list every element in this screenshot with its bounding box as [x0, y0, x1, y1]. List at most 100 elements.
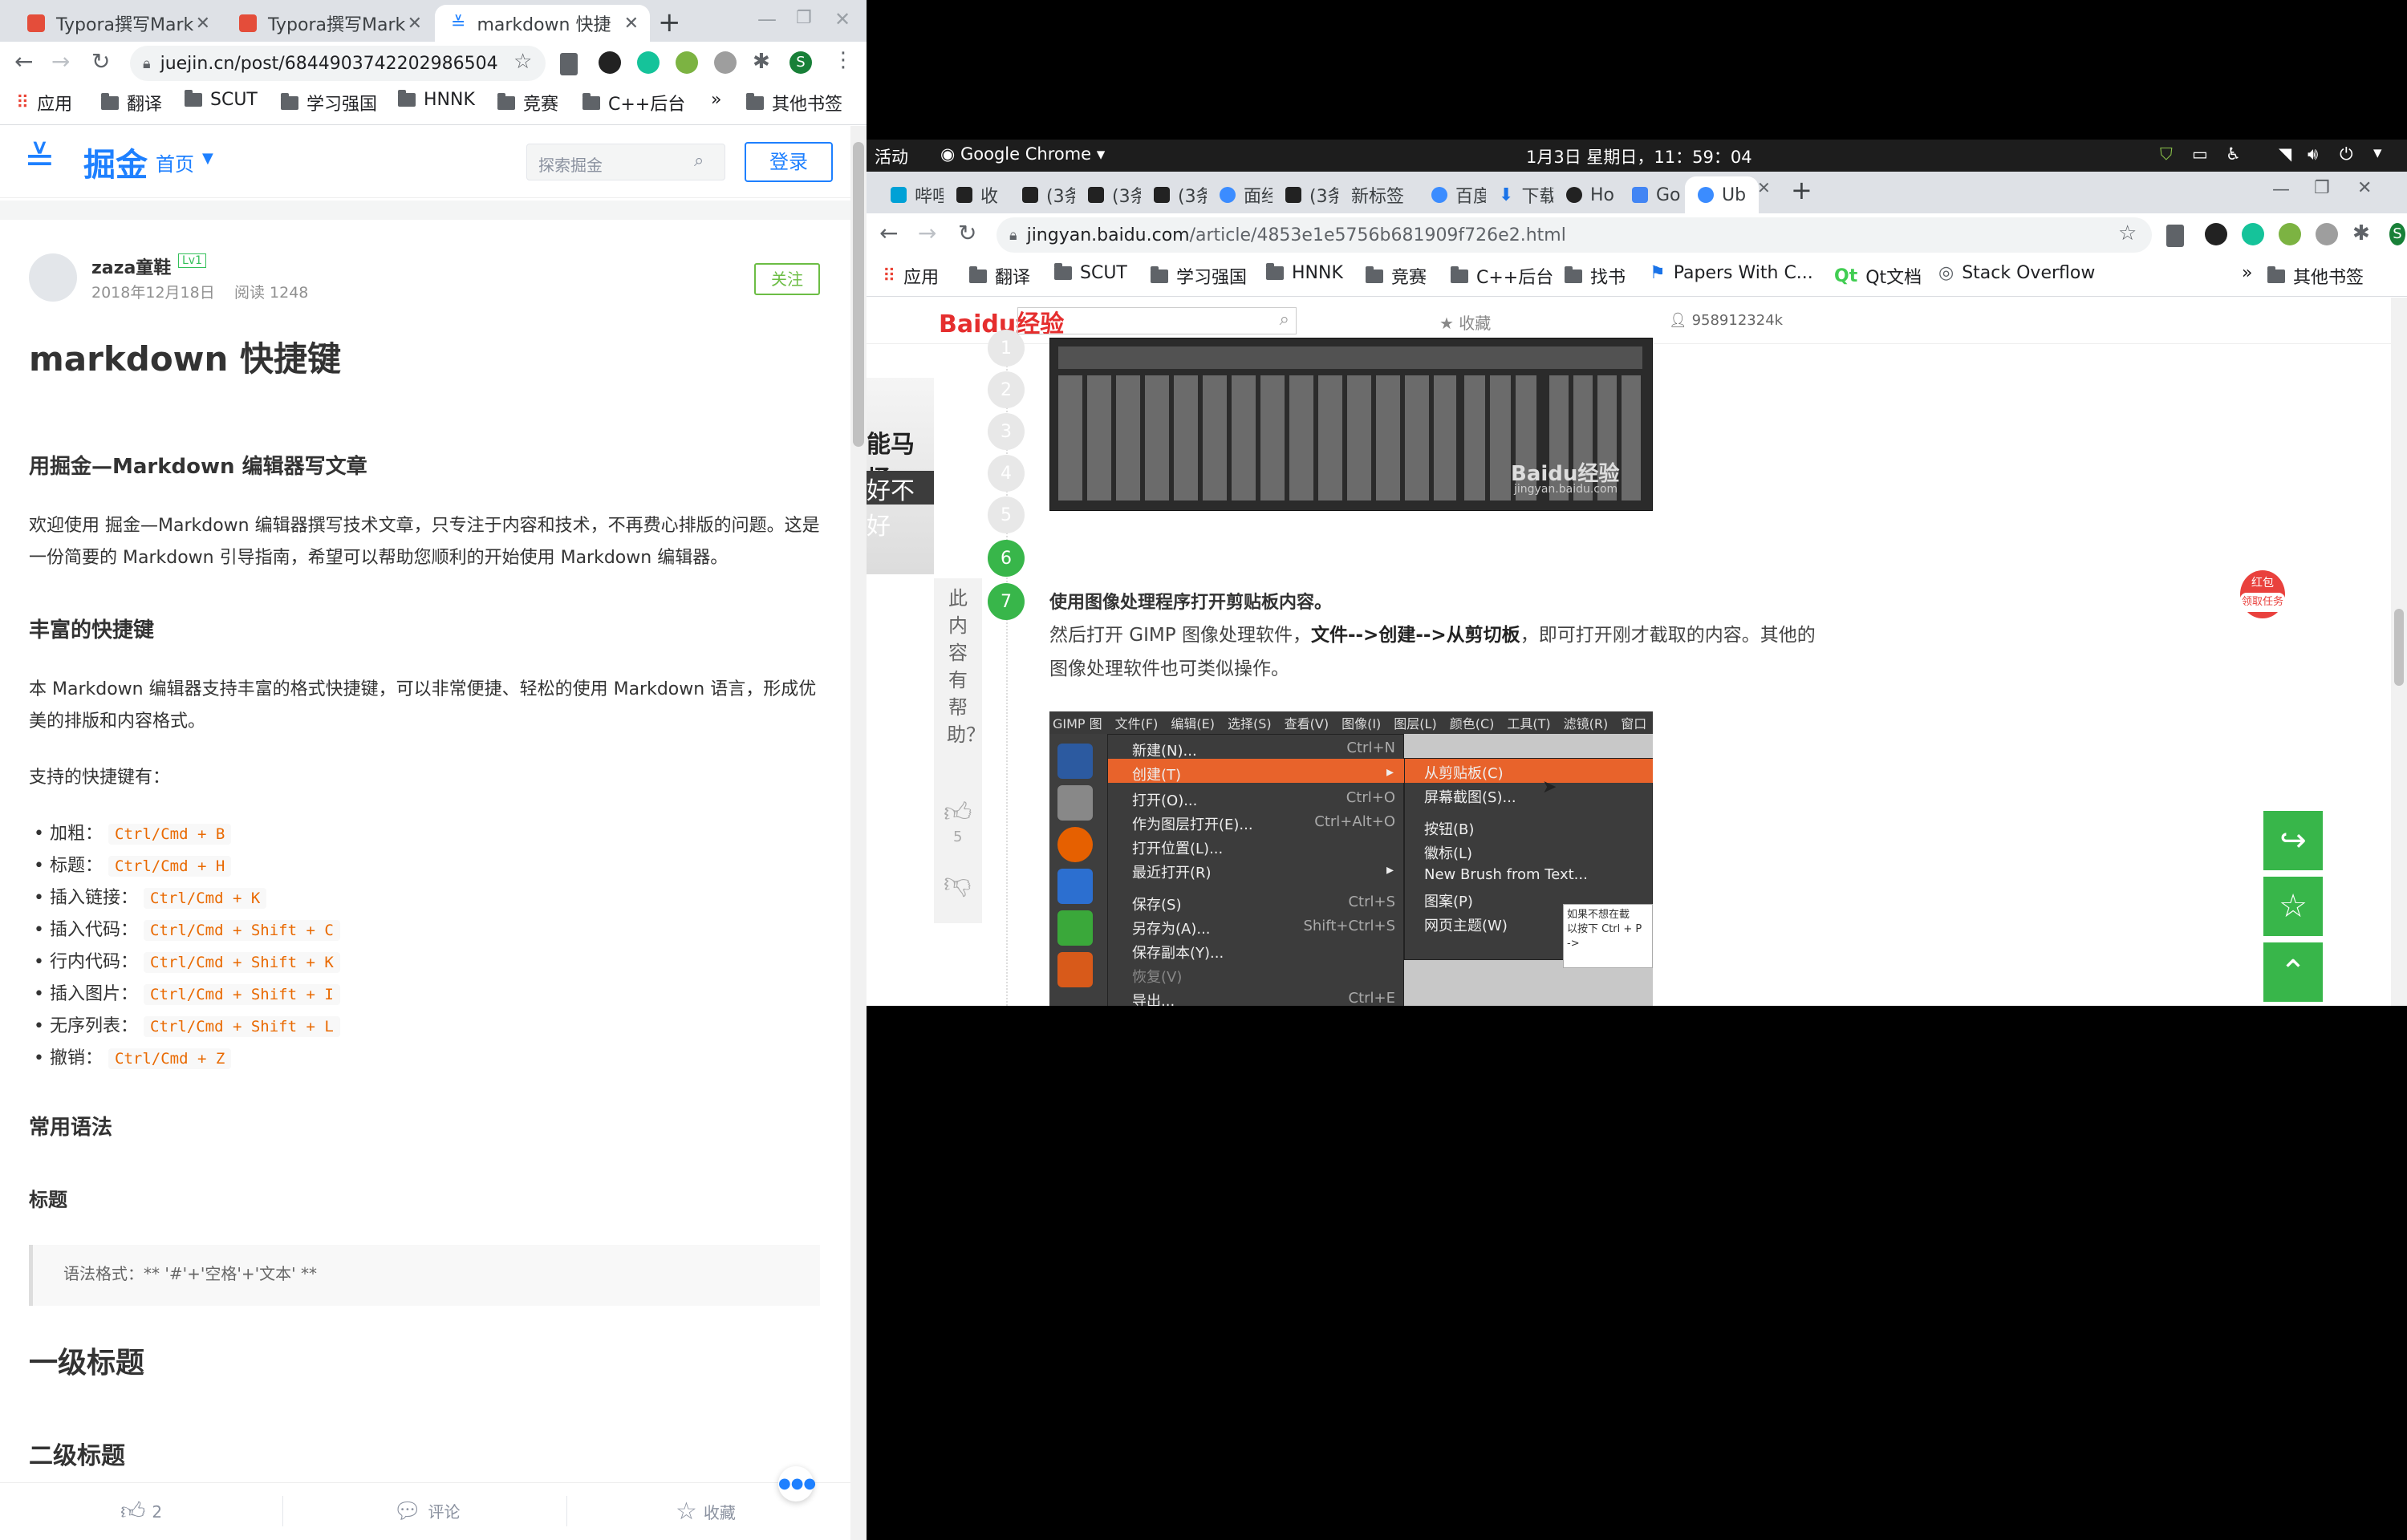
star-icon[interactable]: ☆ [2263, 877, 2323, 936]
address-bar[interactable]: 🔒︎ juejin.cn/post/6844903742202986504 [130, 46, 546, 81]
tab-csdn[interactable]: (3条 [1009, 176, 1075, 213]
tab-download[interactable]: ⬇ 下载 [1486, 176, 1553, 213]
author-name[interactable]: zaza童鞋 [91, 253, 171, 279]
tab-google[interactable]: Go [1619, 176, 1685, 213]
tab-new[interactable]: 新标签 [1338, 176, 1419, 213]
step-1[interactable]: 1 [988, 330, 1025, 367]
bookmark-folder[interactable]: C++后台 [1451, 263, 1553, 289]
power-icon[interactable]: ⏻ [2340, 144, 2353, 164]
back-icon[interactable]: ← [14, 48, 33, 75]
new-tab-button[interactable]: + [1791, 175, 1812, 205]
close-tab-icon[interactable]: ✕ [408, 14, 422, 34]
thumb-down-icon[interactable]: 👎︎ [944, 867, 972, 900]
extensions-puzzle-icon[interactable]: ✱ [2352, 221, 2370, 245]
volume-icon[interactable]: 🔊︎ [2308, 144, 2318, 164]
bookmark-folder[interactable]: 竞赛 [497, 90, 558, 116]
profile-avatar[interactable]: S [789, 51, 812, 74]
tab-bilibili[interactable]: 哔哩 [878, 176, 944, 213]
bookmark-folder[interactable]: SCUT [185, 90, 258, 110]
nav-home[interactable]: 首页 [156, 148, 194, 176]
thumb-up-icon[interactable]: 👍︎ [944, 796, 972, 829]
tray-keyboard-icon[interactable]: ▭ [2192, 144, 2208, 164]
search-icon[interactable]: ⌕ [1280, 310, 1289, 330]
maximize-icon[interactable]: ❐ [796, 8, 812, 28]
bookmark-folder[interactable]: 学习强国 [1151, 263, 1247, 289]
accessibility-icon[interactable]: ♿︎ [2226, 144, 2241, 164]
tab-typora-1[interactable]: Typora撰写Mark ✕ [11, 5, 221, 42]
close-tab-icon[interactable]: ✕ [624, 14, 639, 34]
bookmark-folder[interactable]: 学习强国 [281, 90, 377, 116]
bookmark-papers[interactable]: ⚑ Papers With C... [1650, 263, 1813, 283]
tab-mianjing[interactable]: 面经 [1207, 176, 1273, 213]
back-to-top-icon[interactable]: ⌃ [2263, 942, 2323, 1002]
extensions-puzzle-icon[interactable]: ✱ [753, 50, 770, 74]
tab-baidu[interactable]: 百度 [1419, 176, 1486, 213]
extension-2-icon[interactable] [676, 51, 698, 74]
tab-csdn[interactable]: (3条 [1075, 176, 1141, 213]
step-5[interactable]: 5 [988, 496, 1025, 533]
step-4[interactable]: 4 [988, 455, 1025, 492]
grammarly-icon[interactable] [637, 51, 660, 74]
address-bar[interactable]: 🔒︎ jingyan.baidu.com/article/4853e1e5756… [996, 217, 2152, 253]
bookmark-folder[interactable]: 翻译 [101, 90, 162, 116]
activities-button[interactable]: 活动 [875, 144, 908, 168]
tab-csdn[interactable]: (3条 [1141, 176, 1207, 213]
bookmark-stackoverflow[interactable]: ◎ Stack Overflow [1938, 263, 2095, 283]
extension-1-icon[interactable] [599, 51, 621, 74]
step-6[interactable]: 6 [988, 540, 1025, 577]
chat-bubble-icon[interactable]: ●●● [778, 1466, 816, 1502]
scrollbar-thumb[interactable] [853, 142, 864, 447]
extension-3-icon[interactable] [714, 51, 737, 74]
tab-github[interactable]: Ho [1553, 176, 1619, 213]
juejin-logo-text[interactable]: 掘金 [83, 139, 148, 185]
profile-avatar[interactable]: S [2389, 223, 2405, 245]
reader-ext-icon[interactable] [2166, 225, 2184, 247]
ad-image[interactable]: 能马桶 好不好 [867, 378, 934, 574]
bookmark-star-icon[interactable]: ☆ [2118, 221, 2137, 245]
extension-2-icon[interactable] [2279, 223, 2301, 245]
share-icon[interactable]: ↪ [2263, 811, 2323, 870]
tab-markdown[interactable]: ≚ markdown 快捷 ✕ [435, 5, 650, 42]
close-window-icon[interactable]: ✕ [2357, 178, 2372, 198]
app-menu[interactable]: ◉ Google Chrome ▾ [940, 144, 1105, 164]
tab-csdn[interactable]: 收 [944, 176, 1009, 213]
bookmark-apps[interactable]: ⠿ 应用 [883, 263, 939, 289]
login-button[interactable]: 登录 [745, 142, 833, 182]
extension-3-icon[interactable] [2316, 223, 2338, 245]
forward-icon[interactable]: → [918, 220, 936, 246]
tray-shield-icon[interactable]: ⛉ [2160, 144, 2173, 164]
bookmark-folder[interactable]: C++后台 [582, 90, 685, 116]
scrollbar[interactable] [2391, 298, 2407, 1006]
follow-button[interactable]: 关注 [754, 263, 820, 295]
tab-typora-2[interactable]: Typora撰写Mark ✕ [223, 5, 433, 42]
bookmark-folder[interactable]: HNNK [1266, 263, 1343, 283]
juejin-logo-icon[interactable]: ≚ [24, 140, 55, 177]
chevron-down-icon[interactable]: ▾ [2373, 143, 2382, 162]
bookmark-qt[interactable]: Qt Qt文档 [1834, 263, 1922, 289]
back-icon[interactable]: ← [879, 220, 898, 246]
clock[interactable]: 1月3日 星期日，11：59：04 [1526, 144, 1752, 168]
close-tab-icon[interactable]: ✕ [1757, 178, 1771, 197]
reader-ext-icon[interactable] [560, 53, 578, 75]
maximize-icon[interactable]: ❐ [2314, 178, 2330, 198]
search-input[interactable]: 探索掘金 ⌕ [526, 144, 725, 180]
menu-kebab-icon[interactable]: ⋮ [833, 48, 854, 72]
scrollbar-thumb[interactable] [2394, 609, 2404, 686]
minimize-icon[interactable]: — [2272, 180, 2290, 200]
bookmark-folder[interactable]: HNNK [398, 90, 475, 110]
comment-button[interactable]: 💬︎ 评论 [393, 1497, 461, 1524]
scrollbar[interactable] [850, 126, 867, 1540]
collect-button[interactable]: ☆ 收藏 [676, 1497, 736, 1526]
bookmark-folder[interactable]: 竞赛 [1366, 263, 1427, 289]
search-input[interactable]: ⌕ [1017, 307, 1297, 334]
user-link[interactable]: 👤︎ 958912324k [1669, 312, 1783, 329]
step-7[interactable]: 7 [988, 583, 1025, 620]
extension-1-icon[interactable] [2205, 223, 2227, 245]
forward-icon[interactable]: → [51, 48, 70, 75]
search-icon[interactable]: ⌕ [694, 151, 704, 171]
new-tab-button[interactable]: + [658, 6, 681, 38]
step-2[interactable]: 2 [988, 371, 1025, 408]
bookmark-folder[interactable]: 翻译 [969, 263, 1030, 289]
minimize-icon[interactable]: — [757, 8, 777, 30]
bookmark-other-folder[interactable]: 其他书签 [746, 90, 842, 116]
